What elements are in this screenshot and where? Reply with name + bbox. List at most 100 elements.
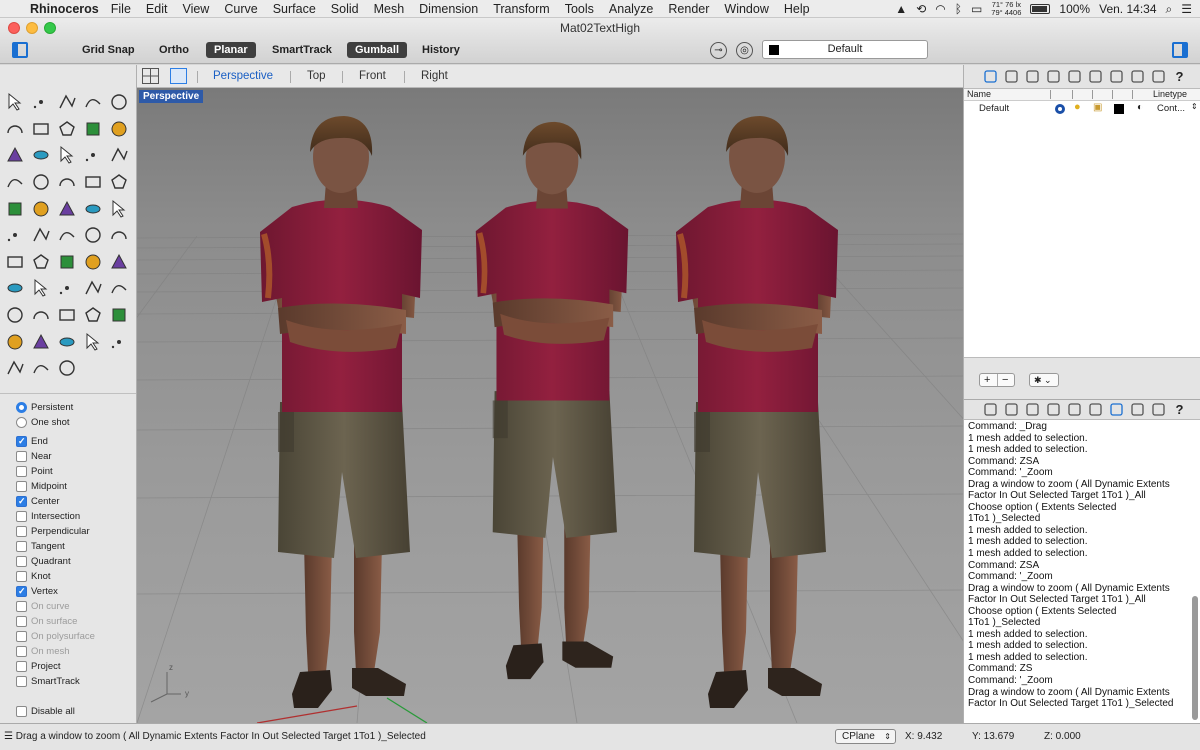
materials-tab-icon[interactable] xyxy=(1003,68,1020,85)
osnap-item-vertex[interactable]: Vertex xyxy=(0,584,136,599)
osnap-disable-all[interactable]: Disable all xyxy=(0,704,136,719)
cone-icon[interactable] xyxy=(28,355,54,382)
trim-icon[interactable] xyxy=(54,169,80,196)
viewport-title-label[interactable]: Perspective xyxy=(139,90,204,103)
grid-snap-button[interactable]: Grid Snap xyxy=(74,42,143,58)
transform-icon[interactable] xyxy=(2,302,28,329)
group-icon[interactable] xyxy=(2,195,28,222)
select-arrow-icon[interactable] xyxy=(2,89,28,116)
left-sidebar-toggle-icon[interactable] xyxy=(12,42,28,58)
color-wheel-icon[interactable] xyxy=(54,328,80,355)
battery-icon[interactable] xyxy=(1030,4,1051,14)
bulb-icon[interactable] xyxy=(106,302,132,329)
osnap-item-on-mesh[interactable]: On mesh xyxy=(0,644,136,659)
linetype-dropdown-icon[interactable]: ⇕ xyxy=(1191,102,1198,111)
gumball-button[interactable]: Gumball xyxy=(347,42,408,58)
command-history-scrollbar[interactable] xyxy=(1192,596,1198,720)
sphere-grid-icon[interactable] xyxy=(106,328,132,355)
text-icon[interactable] xyxy=(106,222,132,249)
camera-tab-icon[interactable] xyxy=(1066,401,1083,418)
four-viewports-icon[interactable] xyxy=(142,68,159,84)
menu-transform[interactable]: Transform xyxy=(493,2,550,16)
circle-icon[interactable] xyxy=(106,89,132,116)
boolean-icon[interactable] xyxy=(28,195,54,222)
checkbox-icon[interactable] xyxy=(16,434,27,449)
curve-icon[interactable] xyxy=(80,89,106,116)
layer-material-icon[interactable]: ◐ xyxy=(1137,102,1143,113)
wifi-icon[interactable]: ◠ xyxy=(935,2,945,16)
layer-visible-bulb-icon[interactable]: ● xyxy=(1074,101,1081,113)
menu-curve[interactable]: Curve xyxy=(224,2,257,16)
checkbox-icon[interactable] xyxy=(16,526,27,537)
objects-tab-icon[interactable] xyxy=(1045,401,1062,418)
clock[interactable]: Ven. 14:34 xyxy=(1099,2,1156,16)
move-icon[interactable] xyxy=(2,222,28,249)
col-name[interactable]: Name xyxy=(967,89,991,99)
menu-surface[interactable]: Surface xyxy=(273,2,316,16)
layers-tab-icon[interactable] xyxy=(982,68,999,85)
menu-file[interactable]: File xyxy=(111,2,131,16)
tab-right[interactable]: Right xyxy=(421,70,448,82)
bluetooth-icon[interactable]: ᛒ xyxy=(955,2,962,16)
menu-analyze[interactable]: Analyze xyxy=(609,2,653,16)
search-icon[interactable]: ⌕ xyxy=(1166,2,1173,17)
grid-icon[interactable] xyxy=(2,249,28,276)
surface-icon[interactable] xyxy=(2,142,28,169)
dimension-icon[interactable] xyxy=(106,195,132,222)
options-tab-icon[interactable] xyxy=(1150,401,1167,418)
display-icon[interactable]: ▭ xyxy=(971,2,982,16)
solid-edit-icon[interactable] xyxy=(80,222,106,249)
add-layer-icon[interactable]: + xyxy=(984,374,990,386)
checkbox-icon[interactable] xyxy=(16,541,27,552)
tab-perspective[interactable]: Perspective xyxy=(213,70,273,82)
sphere-icon[interactable] xyxy=(80,142,106,169)
layer-name[interactable]: Default xyxy=(979,103,1009,114)
osnap-item-on-polysurface[interactable]: On polysurface xyxy=(0,629,136,644)
menu-edit[interactable]: Edit xyxy=(146,2,168,16)
display-tab-icon[interactable] xyxy=(1129,68,1146,85)
zoom-extents-icon[interactable] xyxy=(80,275,106,302)
osnap-item-end[interactable]: End xyxy=(0,434,136,449)
tab-top[interactable]: Top xyxy=(307,70,326,82)
osnap-persistent-radio[interactable]: Persistent xyxy=(0,400,136,415)
layer-options-gear-icon[interactable]: ✱ ⌄ xyxy=(1029,373,1059,387)
half-sphere-icon[interactable] xyxy=(80,328,106,355)
render-sphere-icon[interactable] xyxy=(2,355,28,382)
menu-icon[interactable]: ☰ xyxy=(4,731,13,742)
join-icon[interactable] xyxy=(106,169,132,196)
check-icon[interactable] xyxy=(80,249,106,276)
materials-tab-icon[interactable] xyxy=(1003,401,1020,418)
time-machine-icon[interactable]: ⟲ xyxy=(916,2,926,16)
checkbox-icon[interactable] xyxy=(16,511,27,522)
checkbox-icon[interactable] xyxy=(16,661,27,672)
notes-tab-icon[interactable] xyxy=(1108,68,1125,85)
light-icon[interactable] xyxy=(106,275,132,302)
mirror-icon[interactable] xyxy=(54,222,80,249)
ortho-button[interactable]: Ortho xyxy=(151,42,197,58)
checkbox-icon[interactable] xyxy=(16,571,27,582)
tab-front[interactable]: Front xyxy=(359,70,386,82)
cylinder-icon[interactable] xyxy=(106,142,132,169)
points-icon[interactable] xyxy=(80,302,106,329)
current-layer-dropdown[interactable]: Default xyxy=(762,40,928,59)
freeform-curve-icon[interactable] xyxy=(28,116,54,143)
osnap-item-intersection[interactable]: Intersection xyxy=(0,509,136,524)
rectangle-icon[interactable] xyxy=(54,116,80,143)
checkbox-icon[interactable] xyxy=(16,646,27,657)
layer-linetype[interactable]: Cont... xyxy=(1157,103,1185,114)
help-icon[interactable]: ? xyxy=(1171,68,1188,85)
fillet-curve-icon[interactable] xyxy=(106,116,132,143)
osnap-item-point[interactable]: Point xyxy=(0,464,136,479)
checkbox-icon[interactable] xyxy=(16,556,27,567)
osnap-item-knot[interactable]: Knot xyxy=(0,569,136,584)
zoom-window-button[interactable] xyxy=(44,22,56,34)
render-tab-icon[interactable] xyxy=(1087,68,1104,85)
command-history-list[interactable]: Command: _Drag 1 mesh added to selection.… xyxy=(968,421,1188,710)
extrude-icon[interactable] xyxy=(28,142,54,169)
checkbox-icon[interactable] xyxy=(16,706,27,717)
polygon-icon[interactable] xyxy=(80,116,106,143)
render-mesh-icon[interactable] xyxy=(54,302,80,329)
menu-mesh[interactable]: Mesh xyxy=(374,2,405,16)
hide-icon[interactable] xyxy=(106,249,132,276)
layers-tab-icon[interactable] xyxy=(982,401,999,418)
